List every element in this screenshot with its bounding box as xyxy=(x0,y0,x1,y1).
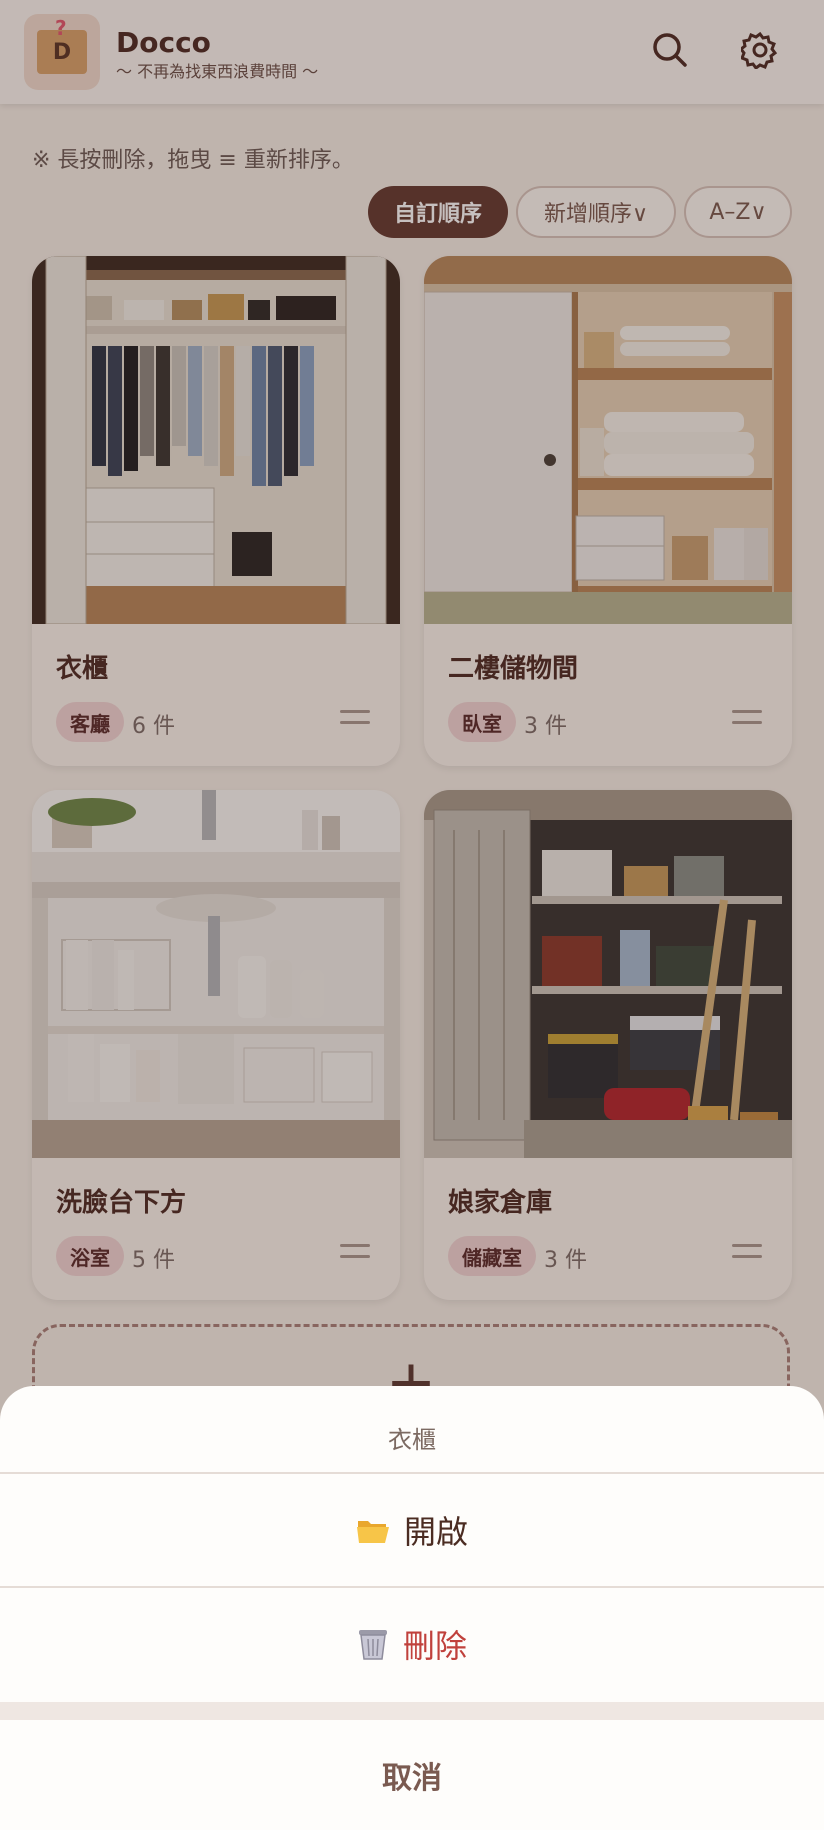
divider xyxy=(0,1702,824,1720)
cancel-button[interactable]: 取消 xyxy=(0,1720,824,1830)
delete-label: 刪除 xyxy=(402,1627,467,1665)
open-button[interactable]: 開啟 xyxy=(0,1474,824,1586)
delete-button[interactable]: 刪除 xyxy=(0,1588,824,1700)
open-label: 開啟 xyxy=(403,1513,468,1551)
folder-icon xyxy=(356,1521,389,1543)
action-sheet-title: 衣櫃 xyxy=(388,1426,436,1454)
action-sheet: 衣櫃 開啟 刪除 取消 xyxy=(0,1386,824,1830)
trash-icon xyxy=(358,1630,387,1660)
